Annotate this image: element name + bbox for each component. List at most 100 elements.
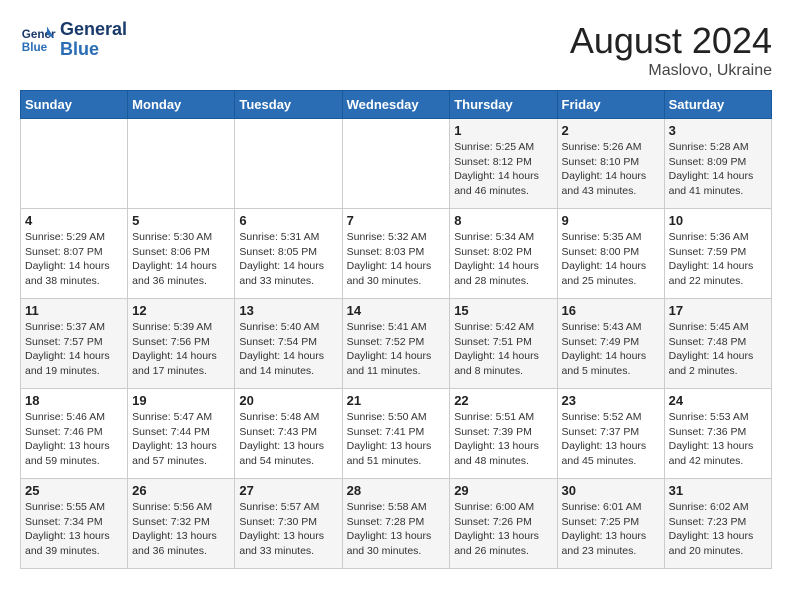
day-number: 28 (347, 483, 446, 498)
calendar-cell (342, 119, 450, 209)
calendar-table: SundayMondayTuesdayWednesdayThursdayFrid… (20, 90, 772, 569)
calendar-cell: 16 Sunrise: 5:43 AM Sunset: 7:49 PM Dayli… (557, 299, 664, 389)
day-number: 22 (454, 393, 552, 408)
calendar-cell: 13 Sunrise: 5:40 AM Sunset: 7:54 PM Dayli… (235, 299, 342, 389)
day-number: 8 (454, 213, 552, 228)
day-number: 6 (239, 213, 337, 228)
title-block: August 2024 Maslovo, Ukraine (570, 20, 772, 80)
day-number: 15 (454, 303, 552, 318)
day-number: 25 (25, 483, 123, 498)
calendar-cell (235, 119, 342, 209)
day-number: 2 (562, 123, 660, 138)
day-number: 31 (669, 483, 767, 498)
svg-text:Blue: Blue (22, 41, 48, 54)
day-info: Sunrise: 5:31 AM Sunset: 8:05 PM Dayligh… (239, 230, 337, 289)
day-number: 27 (239, 483, 337, 498)
logo-icon: General Blue (20, 22, 56, 58)
calendar-cell: 28 Sunrise: 5:58 AM Sunset: 7:28 PM Dayli… (342, 479, 450, 569)
day-info: Sunrise: 5:40 AM Sunset: 7:54 PM Dayligh… (239, 320, 337, 379)
location-subtitle: Maslovo, Ukraine (570, 62, 772, 80)
day-info: Sunrise: 6:01 AM Sunset: 7:25 PM Dayligh… (562, 500, 660, 559)
calendar-cell: 8Sunrise: 5:34 AM Sunset: 8:02 PM Daylig… (450, 209, 557, 299)
calendar-cell: 24 Sunrise: 5:53 AM Sunset: 7:36 PM Dayli… (664, 389, 771, 479)
day-info: Sunrise: 5:42 AM Sunset: 7:51 PM Dayligh… (454, 320, 552, 379)
calendar-cell: 20Sunrise: 5:48 AM Sunset: 7:43 PM Dayli… (235, 389, 342, 479)
calendar-cell: 4Sunrise: 5:29 AM Sunset: 8:07 PM Daylig… (21, 209, 128, 299)
day-number: 17 (669, 303, 767, 318)
day-number: 7 (347, 213, 446, 228)
day-number: 9 (562, 213, 660, 228)
day-number: 30 (562, 483, 660, 498)
calendar-week-row: 18 Sunrise: 5:46 AM Sunset: 7:46 PM Dayli… (21, 389, 772, 479)
weekday-header-wednesday: Wednesday (342, 91, 450, 119)
day-number: 5 (132, 213, 230, 228)
day-info: Sunrise: 5:43 AM Sunset: 7:49 PM Dayligh… (562, 320, 660, 379)
day-info: Sunrise: 6:02 AM Sunset: 7:23 PM Dayligh… (669, 500, 767, 559)
calendar-week-row: 11Sunrise: 5:37 AM Sunset: 7:57 PM Dayli… (21, 299, 772, 389)
day-info: Sunrise: 5:25 AM Sunset: 8:12 PM Dayligh… (454, 140, 552, 199)
day-info: Sunrise: 5:41 AM Sunset: 7:52 PM Dayligh… (347, 320, 446, 379)
day-info: Sunrise: 5:51 AM Sunset: 7:39 PM Dayligh… (454, 410, 552, 469)
calendar-cell: 11Sunrise: 5:37 AM Sunset: 7:57 PM Dayli… (21, 299, 128, 389)
day-info: Sunrise: 5:30 AM Sunset: 8:06 PM Dayligh… (132, 230, 230, 289)
day-number: 1 (454, 123, 552, 138)
day-info: Sunrise: 5:26 AM Sunset: 8:10 PM Dayligh… (562, 140, 660, 199)
day-number: 4 (25, 213, 123, 228)
calendar-cell: 10 Sunrise: 5:36 AM Sunset: 7:59 PM Dayli… (664, 209, 771, 299)
calendar-cell: 1 Sunrise: 5:25 AM Sunset: 8:12 PM Daylig… (450, 119, 557, 209)
day-info: Sunrise: 5:50 AM Sunset: 7:41 PM Dayligh… (347, 410, 446, 469)
day-info: Sunrise: 5:39 AM Sunset: 7:56 PM Dayligh… (132, 320, 230, 379)
day-number: 14 (347, 303, 446, 318)
logo-text: GeneralBlue (60, 20, 127, 60)
day-info: Sunrise: 5:46 AM Sunset: 7:46 PM Dayligh… (25, 410, 123, 469)
day-number: 16 (562, 303, 660, 318)
calendar-week-row: 1 Sunrise: 5:25 AM Sunset: 8:12 PM Daylig… (21, 119, 772, 209)
weekday-header-thursday: Thursday (450, 91, 557, 119)
weekday-header-monday: Monday (128, 91, 235, 119)
calendar-cell: 30 Sunrise: 6:01 AM Sunset: 7:25 PM Dayli… (557, 479, 664, 569)
day-number: 3 (669, 123, 767, 138)
day-info: Sunrise: 5:53 AM Sunset: 7:36 PM Dayligh… (669, 410, 767, 469)
day-info: Sunrise: 5:45 AM Sunset: 7:48 PM Dayligh… (669, 320, 767, 379)
calendar-cell: 21 Sunrise: 5:50 AM Sunset: 7:41 PM Dayli… (342, 389, 450, 479)
calendar-cell: 23 Sunrise: 5:52 AM Sunset: 7:37 PM Dayli… (557, 389, 664, 479)
day-info: Sunrise: 5:55 AM Sunset: 7:34 PM Dayligh… (25, 500, 123, 559)
day-number: 21 (347, 393, 446, 408)
calendar-cell: 7Sunrise: 5:32 AM Sunset: 8:03 PM Daylig… (342, 209, 450, 299)
day-number: 10 (669, 213, 767, 228)
day-number: 29 (454, 483, 552, 498)
day-number: 20 (239, 393, 337, 408)
day-info: Sunrise: 5:47 AM Sunset: 7:44 PM Dayligh… (132, 410, 230, 469)
calendar-week-row: 4Sunrise: 5:29 AM Sunset: 8:07 PM Daylig… (21, 209, 772, 299)
calendar-cell: 9Sunrise: 5:35 AM Sunset: 8:00 PM Daylig… (557, 209, 664, 299)
calendar-cell: 5 Sunrise: 5:30 AM Sunset: 8:06 PM Daylig… (128, 209, 235, 299)
logo: General Blue GeneralBlue (20, 20, 127, 60)
calendar-cell: 29 Sunrise: 6:00 AM Sunset: 7:26 PM Dayli… (450, 479, 557, 569)
day-number: 12 (132, 303, 230, 318)
day-info: Sunrise: 5:57 AM Sunset: 7:30 PM Dayligh… (239, 500, 337, 559)
weekday-header-row: SundayMondayTuesdayWednesdayThursdayFrid… (21, 91, 772, 119)
calendar-cell: 19 Sunrise: 5:47 AM Sunset: 7:44 PM Dayli… (128, 389, 235, 479)
day-info: Sunrise: 5:36 AM Sunset: 7:59 PM Dayligh… (669, 230, 767, 289)
calendar-cell: 18 Sunrise: 5:46 AM Sunset: 7:46 PM Dayli… (21, 389, 128, 479)
day-number: 13 (239, 303, 337, 318)
month-year-title: August 2024 (570, 20, 772, 62)
weekday-header-friday: Friday (557, 91, 664, 119)
calendar-cell: 27 Sunrise: 5:57 AM Sunset: 7:30 PM Dayli… (235, 479, 342, 569)
day-number: 23 (562, 393, 660, 408)
calendar-cell: 26Sunrise: 5:56 AM Sunset: 7:32 PM Dayli… (128, 479, 235, 569)
day-info: Sunrise: 5:28 AM Sunset: 8:09 PM Dayligh… (669, 140, 767, 199)
weekday-header-tuesday: Tuesday (235, 91, 342, 119)
day-number: 19 (132, 393, 230, 408)
calendar-cell: 25 Sunrise: 5:55 AM Sunset: 7:34 PM Dayli… (21, 479, 128, 569)
calendar-cell: 3 Sunrise: 5:28 AM Sunset: 8:09 PM Daylig… (664, 119, 771, 209)
day-info: Sunrise: 6:00 AM Sunset: 7:26 PM Dayligh… (454, 500, 552, 559)
day-number: 11 (25, 303, 123, 318)
day-info: Sunrise: 5:52 AM Sunset: 7:37 PM Dayligh… (562, 410, 660, 469)
day-number: 18 (25, 393, 123, 408)
day-number: 24 (669, 393, 767, 408)
calendar-cell: 12 Sunrise: 5:39 AM Sunset: 7:56 PM Dayli… (128, 299, 235, 389)
day-info: Sunrise: 5:58 AM Sunset: 7:28 PM Dayligh… (347, 500, 446, 559)
weekday-header-saturday: Saturday (664, 91, 771, 119)
calendar-cell: 31 Sunrise: 6:02 AM Sunset: 7:23 PM Dayli… (664, 479, 771, 569)
